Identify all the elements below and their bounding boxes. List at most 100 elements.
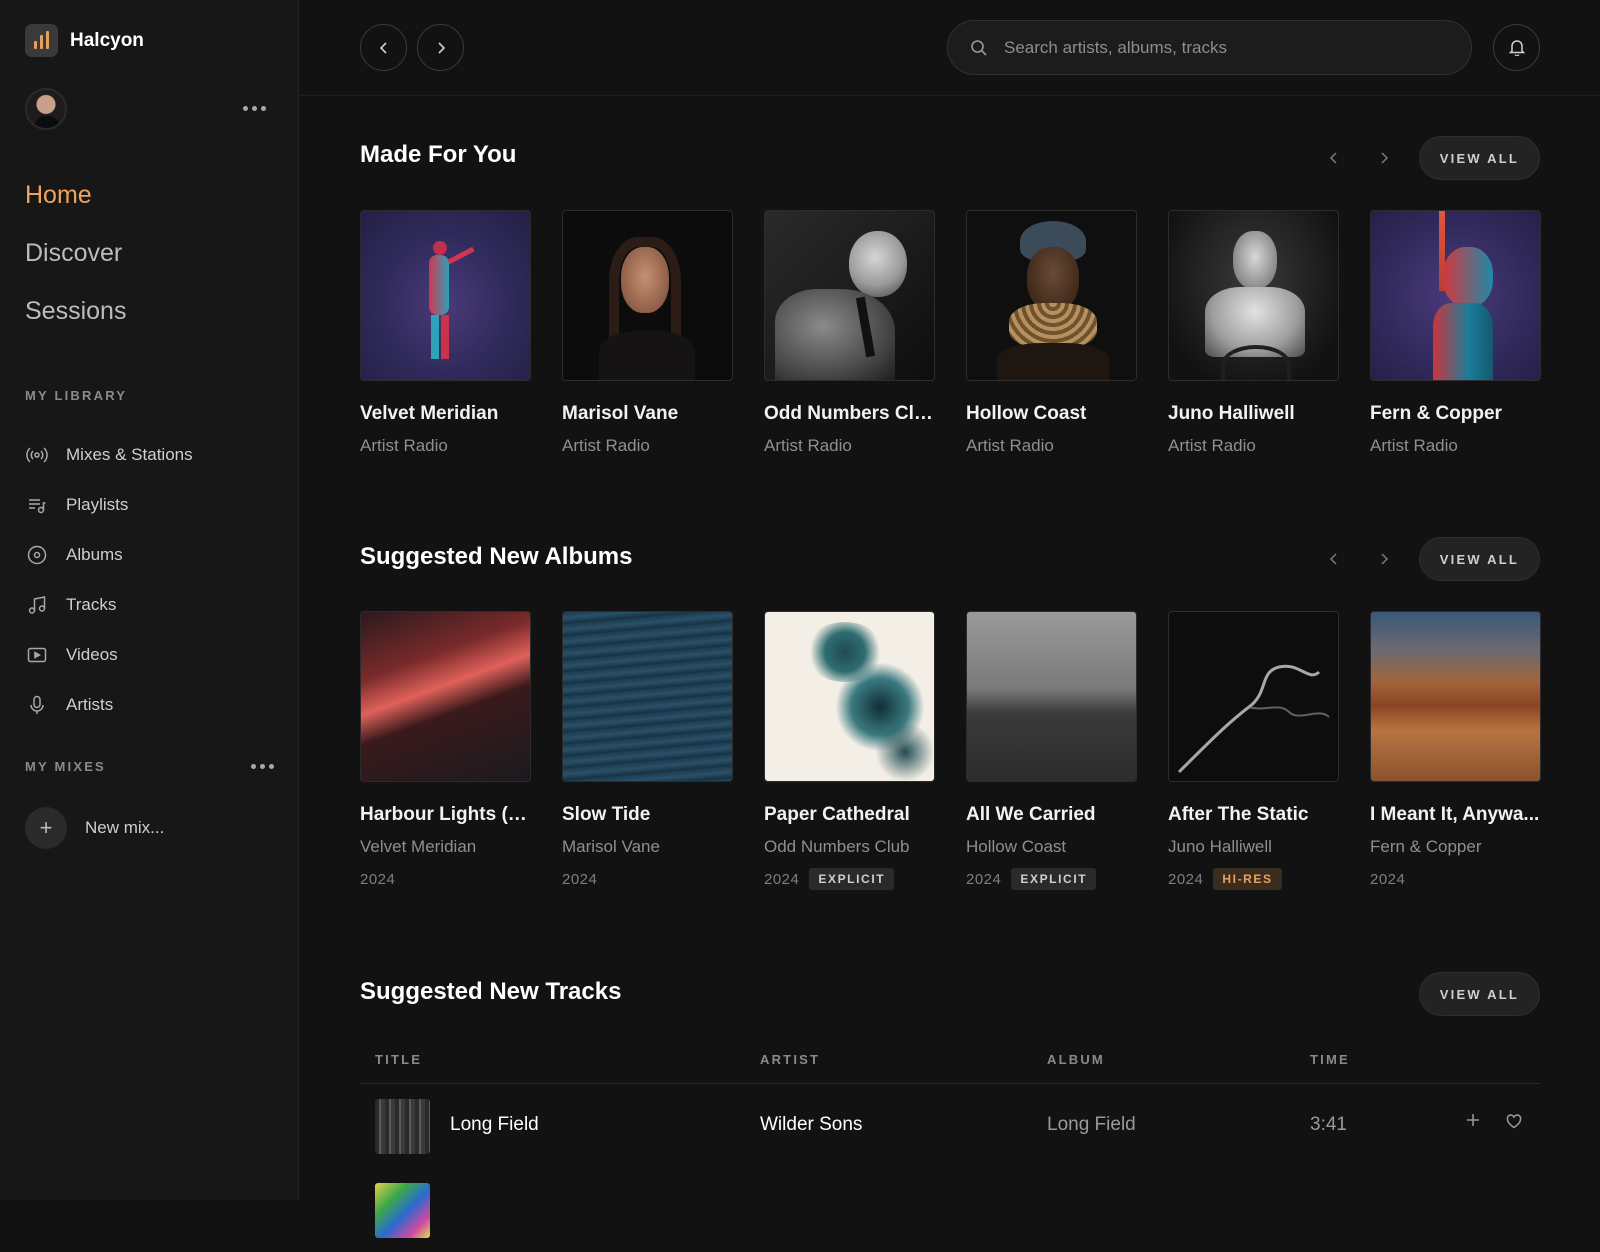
artist-radio-card[interactable]: Odd Numbers Club Artist Radio [764,210,935,456]
plus-icon: + [25,807,67,849]
column-album[interactable]: ALBUM [1047,1052,1105,1067]
track-row[interactable]: Long Field Wilder Sons Long Field 3:41 [360,1084,1540,1168]
album-card[interactable]: After The Static Juno Halliwell 2024 HI-R… [1168,611,1339,890]
nav-discover[interactable]: Discover [25,234,126,292]
card-subtitle: Artist Radio [764,436,852,455]
view-all-button[interactable]: VIEW ALL [1418,537,1540,581]
album-artist: Fern & Copper [1370,837,1482,856]
carousel-prev-button[interactable] [1319,544,1349,574]
artist-radio-card[interactable]: Marisol Vane Artist Radio [562,210,733,456]
chevron-right-icon [1381,152,1388,164]
album-title: Harbour Lights (L... [360,804,531,825]
search-icon [971,39,987,56]
card-subtitle: Artist Radio [966,436,1054,455]
track-album[interactable]: Long Field [1047,1114,1136,1136]
microphone-icon [25,693,49,717]
favorite-button[interactable] [1506,1113,1522,1135]
track-row[interactable] [360,1168,1540,1252]
album-title: Paper Cathedral [764,804,910,825]
sidebar: Halcyon Home Discover Sessions MY LIBRAR… [0,0,299,1200]
heart-icon [1506,1114,1522,1129]
library-list: Mixes & Stations Playlists Albums Tracks… [25,430,193,730]
notifications-button[interactable] [1493,24,1540,71]
card-title: Marisol Vane [562,403,679,424]
card-subtitle: Artist Radio [360,436,448,455]
album-artist: Marisol Vane [562,837,660,856]
mixes-more-icon[interactable] [251,764,274,769]
album-cover [1168,611,1339,782]
library-item-label: Artists [66,695,114,714]
suggested-tracks-title: Suggested New Tracks [360,978,622,1005]
user-avatar[interactable] [25,88,67,130]
card-subtitle: Artist Radio [562,436,650,455]
made-for-you-controls: VIEW ALL [1319,136,1540,180]
artist-radio-card[interactable]: Hollow Coast Artist Radio [966,210,1137,456]
plus-icon [1467,1114,1479,1126]
search-input[interactable] [1004,37,1444,58]
topbar [300,0,1600,96]
album-cover [360,611,531,782]
chevron-left-icon [1329,152,1337,164]
new-mix-label: New mix... [85,818,165,837]
album-card[interactable]: Paper Cathedral Odd Numbers Club 2024 EXP… [764,611,935,890]
library-item-label: Albums [66,545,123,564]
column-title[interactable]: TITLE [375,1052,422,1067]
suggested-albums-title: Suggested New Albums [360,543,633,570]
card-subtitle: Artist Radio [1370,436,1458,455]
chevron-right-icon [1381,553,1388,565]
column-time[interactable]: TIME [1310,1052,1350,1067]
carousel-next-button[interactable] [1369,143,1399,173]
column-artist[interactable]: ARTIST [760,1052,820,1067]
add-to-playlist-button[interactable] [1465,1112,1481,1134]
album-year: 2024 [562,870,598,888]
track-title[interactable]: Long Field [450,1114,539,1136]
brand[interactable]: Halcyon [25,24,144,57]
view-all-button[interactable]: VIEW ALL [1418,136,1540,180]
artist-radio-card[interactable]: Juno Halliwell Artist Radio [1168,210,1339,456]
library-item-label: Videos [66,645,118,664]
album-artist: Juno Halliwell [1168,837,1272,856]
album-card[interactable]: Slow Tide Marisol Vane 2024 [562,611,733,890]
search-bar[interactable] [947,20,1472,75]
artist-radio-card[interactable]: Velvet Meridian Artist Radio [360,210,531,456]
carousel-prev-button[interactable] [1319,143,1349,173]
track-thumbnail [375,1099,430,1154]
library-item-label: Tracks [66,595,117,614]
artist-photo [966,210,1137,381]
explicit-badge: EXPLICIT [1011,868,1097,890]
album-artist: Velvet Meridian [360,837,477,856]
nav-home[interactable]: Home [25,176,126,234]
library-item-artists[interactable]: Artists [25,680,193,730]
back-button[interactable] [360,24,407,71]
new-mix-button[interactable]: + New mix... [25,807,164,849]
library-item-videos[interactable]: Videos [25,630,193,680]
carousel-next-button[interactable] [1369,544,1399,574]
library-item-mixes[interactable]: Mixes & Stations [25,430,193,480]
library-item-playlists[interactable]: Playlists [25,480,193,530]
profile-more-icon[interactable] [243,106,266,111]
library-item-tracks[interactable]: Tracks [25,580,193,630]
album-meta: 2024 EXPLICIT [966,868,1137,890]
made-for-you-row: Velvet Meridian Artist Radio Marisol Van… [360,210,1541,456]
album-card[interactable]: Harbour Lights (L... Velvet Meridian 202… [360,611,531,890]
track-artist[interactable]: Wilder Sons [760,1114,862,1136]
artist-photo [562,210,733,381]
suggested-tracks-controls: VIEW ALL [1418,972,1540,1016]
album-card[interactable]: All We Carried Hollow Coast 2024 EXPLICIT [966,611,1137,890]
album-card[interactable]: I Meant It, Anywa... Fern & Copper 2024 [1370,611,1541,890]
album-meta: 2024 [562,868,733,890]
radio-icon [25,443,49,467]
explicit-badge: EXPLICIT [809,868,895,890]
nav-sessions[interactable]: Sessions [25,292,126,350]
album-year: 2024 [966,870,1002,888]
album-year: 2024 [1168,870,1204,888]
album-cover [966,611,1137,782]
album-icon [25,543,49,567]
forward-button[interactable] [417,24,464,71]
album-cover [562,611,733,782]
artist-radio-card[interactable]: Fern & Copper Artist Radio [1370,210,1541,456]
view-all-button[interactable]: VIEW ALL [1418,972,1540,1016]
music-note-icon [25,593,49,617]
album-artist: Odd Numbers Club [764,837,910,856]
library-item-albums[interactable]: Albums [25,530,193,580]
